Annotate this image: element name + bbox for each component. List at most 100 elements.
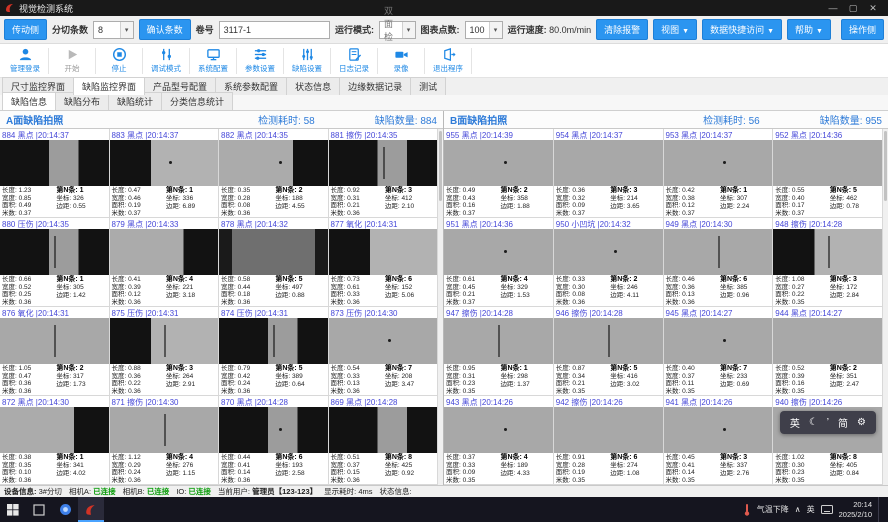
weather-text[interactable]: 气温下降 (757, 504, 789, 515)
defect-cell[interactable]: 871 擦伤 |20:14:30长度: 1.12宽度: 0.29面积: 0.24… (110, 396, 220, 485)
task-view-button[interactable] (26, 497, 52, 522)
record-video-button[interactable]: 录像 (378, 47, 424, 74)
defect-cell[interactable]: 948 擦伤 |20:14:28长度: 1.08宽度: 0.27面积: 0.22… (773, 218, 883, 307)
defect-image[interactable] (773, 229, 882, 275)
defect-image[interactable] (110, 318, 219, 364)
slit-count-select[interactable]: 8 ▾ (93, 21, 134, 39)
run-mode-select[interactable]: 双面检测 ▾ (379, 21, 415, 39)
defect-image[interactable] (0, 407, 109, 453)
defect-image[interactable] (110, 140, 219, 186)
defect-image[interactable] (664, 407, 773, 453)
chart-points-select[interactable]: 100 ▾ (465, 21, 503, 39)
defect-cell[interactable]: 941 黑点 |20:14:26长度: 0.45宽度: 0.41面积: 0.14… (664, 396, 774, 485)
defect-image[interactable] (664, 140, 773, 186)
defect-image[interactable] (0, 229, 109, 275)
defect-image[interactable] (110, 407, 219, 453)
minimize-button[interactable]: — (823, 1, 843, 15)
drive-side-button[interactable]: 传动侧 (4, 19, 47, 40)
roll-number-input[interactable]: 3117-1 (219, 21, 330, 39)
defect-cell[interactable]: 951 黑点 |20:14:36长度: 0.61宽度: 0.45面积: 0.21… (444, 218, 554, 307)
help-menu-button[interactable]: 帮助▼ (787, 19, 831, 40)
defect-cell[interactable]: 876 氧化 |20:14:31长度: 1.05宽度: 0.47面积: 0.36… (0, 307, 110, 396)
defect-cell[interactable]: 877 氧化 |20:14:31长度: 0.73宽度: 0.61面积: 0.33… (329, 218, 439, 307)
defect-cell[interactable]: 879 黑点 |20:14:33长度: 0.41宽度: 0.39面积: 0.12… (110, 218, 220, 307)
punctuation-toggle[interactable]: ’ (827, 417, 829, 428)
defect-image[interactable] (554, 318, 663, 364)
defect-image[interactable] (219, 140, 328, 186)
maximize-button[interactable]: ▢ (843, 1, 863, 15)
defect-cell[interactable]: 878 黑点 |20:14:32长度: 0.58宽度: 0.44面积: 0.18… (219, 218, 329, 307)
defect-cell[interactable]: 944 黑点 |20:14:27长度: 0.52宽度: 0.39面积: 0.16… (773, 307, 883, 396)
defect-image[interactable] (110, 229, 219, 275)
panel-b-scrollbar[interactable] (883, 129, 888, 485)
tab-sub-3[interactable]: 分类信息统计 (161, 92, 233, 110)
defect-cell[interactable]: 882 黑点 |20:14:35长度: 0.35宽度: 0.28面积: 0.08… (219, 129, 329, 218)
notification-center-button[interactable] (878, 497, 882, 522)
system-config-button[interactable]: 系统配置 (190, 47, 236, 74)
defect-cell[interactable]: 875 压伤 |20:14:31长度: 0.88宽度: 0.36面积: 0.22… (110, 307, 220, 396)
defect-image[interactable] (329, 229, 438, 275)
defect-cell[interactable]: 881 擦伤 |20:14:35长度: 0.92宽度: 0.31面积: 0.21… (329, 129, 439, 218)
stop-button[interactable]: 停止 (96, 47, 142, 74)
admin-login-button[interactable]: 管理登录 (2, 47, 48, 74)
confirm-count-button[interactable]: 确认条数 (139, 19, 191, 40)
defect-image[interactable] (444, 229, 553, 275)
defect-cell[interactable]: 880 压伤 |20:14:35长度: 0.66宽度: 0.52面积: 0.25… (0, 218, 110, 307)
exit-program-button[interactable]: 退出程序 (425, 47, 471, 74)
defect-cell[interactable]: 949 黑点 |20:14:30长度: 0.46宽度: 0.36面积: 0.13… (664, 218, 774, 307)
defect-cell[interactable]: 873 压伤 |20:14:30长度: 0.54宽度: 0.33面积: 0.13… (329, 307, 439, 396)
defect-cell[interactable]: 869 黑点 |20:14:28长度: 0.51宽度: 0.37面积: 0.15… (329, 396, 439, 485)
defect-image[interactable] (444, 318, 553, 364)
tab-main-4[interactable]: 状态信息 (286, 77, 340, 95)
defect-cell[interactable]: 952 黑点 |20:14:36长度: 0.55宽度: 0.40面积: 0.17… (773, 129, 883, 218)
tab-main-1[interactable]: 缺陷监控界面 (73, 77, 145, 95)
defect-cell[interactable]: 883 黑点 |20:14:37长度: 0.47宽度: 0.46面积: 0.19… (110, 129, 220, 218)
defect-cell[interactable]: 942 擦伤 |20:14:26长度: 0.91宽度: 0.28面积: 0.19… (554, 396, 664, 485)
defect-image[interactable] (219, 407, 328, 453)
language-indicator[interactable]: 英 (807, 504, 815, 515)
keyboard-icon[interactable] (821, 505, 833, 514)
debug-mode-button[interactable]: 调试模式 (143, 47, 189, 74)
defect-cell[interactable]: 946 擦伤 |20:14:28长度: 0.87宽度: 0.34面积: 0.21… (554, 307, 664, 396)
defect-image[interactable] (219, 318, 328, 364)
defect-image[interactable] (554, 140, 663, 186)
tray-expand-icon[interactable]: ∧ (795, 505, 801, 514)
defect-image[interactable] (444, 407, 553, 453)
defect-image[interactable] (664, 229, 773, 275)
defect-cell[interactable]: 954 黑点 |20:14:37长度: 0.36宽度: 0.32面积: 0.09… (554, 129, 664, 218)
data-quick-access-menu-button[interactable]: 数据快捷访问▼ (702, 19, 782, 40)
defect-cell[interactable]: 870 黑点 |20:14:28长度: 0.44宽度: 0.41面积: 0.14… (219, 396, 329, 485)
taskbar-browser-button[interactable] (52, 497, 78, 522)
log-record-button[interactable]: 日志记录 (331, 47, 377, 74)
defect-image[interactable] (773, 318, 882, 364)
gear-icon[interactable]: ⚙ (857, 417, 866, 428)
taskbar-inspection-app-button[interactable] (78, 497, 104, 522)
defect-cell[interactable]: 884 黑点 |20:14:37长度: 1.23宽度: 0.85面积: 0.49… (0, 129, 110, 218)
defect-image[interactable] (554, 407, 663, 453)
start-button[interactable] (0, 497, 26, 522)
clear-alarm-button[interactable]: 清除报警 (596, 19, 648, 40)
defect-image[interactable] (0, 140, 109, 186)
start-button[interactable]: 开始 (49, 47, 95, 74)
defect-cell[interactable]: 874 压伤 |20:14:31长度: 0.79宽度: 0.42面积: 0.24… (219, 307, 329, 396)
tab-sub-0[interactable]: 缺陷信息 (2, 92, 56, 110)
taskbar-clock[interactable]: 20:14 2025/2/10 (839, 500, 872, 519)
parameter-settings-button[interactable]: 参数设置 (237, 47, 283, 74)
defect-cell[interactable]: 955 黑点 |20:14:39长度: 0.49宽度: 0.43面积: 0.16… (444, 129, 554, 218)
defect-settings-button[interactable]: 缺陷设置 (284, 47, 330, 74)
defect-cell[interactable]: 953 黑点 |20:14:37长度: 0.42宽度: 0.38面积: 0.12… (664, 129, 774, 218)
defect-cell[interactable]: 943 黑点 |20:14:26长度: 0.37宽度: 0.33面积: 0.09… (444, 396, 554, 485)
defect-image[interactable] (219, 229, 328, 275)
panel-a-scrollbar[interactable] (438, 129, 443, 485)
defect-image[interactable] (444, 140, 553, 186)
defect-image[interactable] (773, 140, 882, 186)
operator-side-button[interactable]: 操作侧 (841, 19, 884, 40)
defect-cell[interactable]: 945 黑点 |20:14:27长度: 0.40宽度: 0.37面积: 0.11… (664, 307, 774, 396)
tab-main-5[interactable]: 边缘数据记录 (339, 77, 411, 95)
tab-main-6[interactable]: 测试 (410, 77, 446, 95)
defect-image[interactable] (329, 140, 438, 186)
defect-cell[interactable]: 940 擦伤 |20:14:26长度: 1.02宽度: 0.30面积: 0.23… (773, 396, 883, 485)
defect-image[interactable] (329, 407, 438, 453)
moon-icon[interactable]: ☾ (809, 417, 818, 428)
defect-cell[interactable]: 947 擦伤 |20:14:28长度: 0.95宽度: 0.31面积: 0.23… (444, 307, 554, 396)
